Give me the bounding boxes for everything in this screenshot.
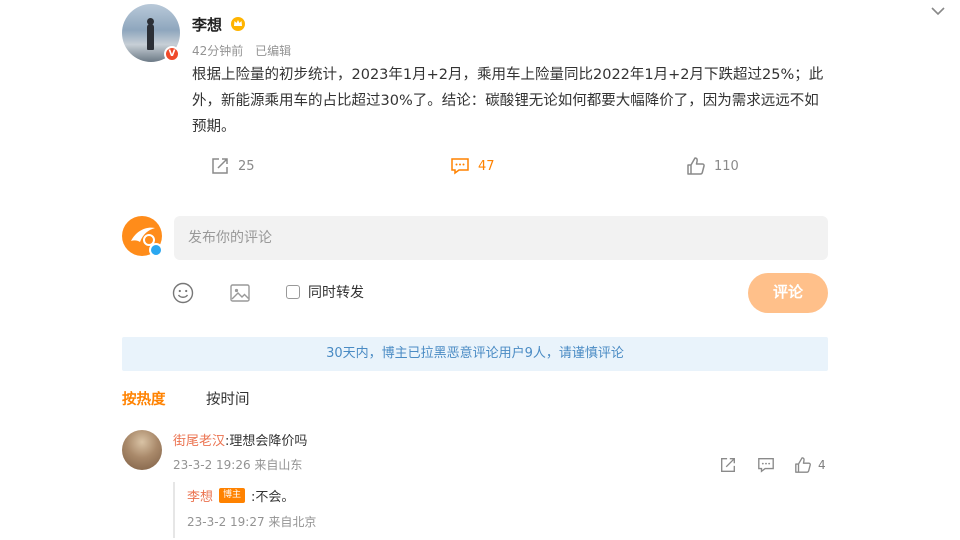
chevron-down-icon[interactable] xyxy=(930,6,946,16)
reply-author-name[interactable]: 李想 xyxy=(187,486,213,505)
comment-reply-icon[interactable] xyxy=(757,456,775,474)
submit-comment-button[interactable]: 评论 xyxy=(748,273,828,313)
image-icon[interactable] xyxy=(229,282,251,304)
comment-button[interactable]: 47 xyxy=(450,156,495,176)
comment-like-icon[interactable] xyxy=(794,456,812,474)
comment-repost-icon[interactable] xyxy=(719,456,737,474)
composer-tools: 同时转发 评论 xyxy=(172,273,828,313)
comment-reply: 李想 博主 :不会。 23-3-2 19:27 来自北京 xyxy=(173,482,828,538)
comment-like-count: 4 xyxy=(818,458,826,472)
blocked-users-notice: 30天内，博主已拉黑恶意评论用户9人，请谨慎评论 xyxy=(122,337,828,371)
edited-label[interactable]: 已编辑 xyxy=(255,44,291,58)
post-actions: 25 47 110 xyxy=(0,156,960,182)
emoji-icon[interactable] xyxy=(172,282,194,304)
author-name[interactable]: 李想 xyxy=(192,14,222,35)
comment-composer: 发布你的评论 xyxy=(122,214,828,262)
reply-meta: 23-3-2 19:27 来自北京 xyxy=(187,515,317,529)
post-meta: 42分钟前 已编辑 xyxy=(192,42,299,59)
post-header: V 李想 42分钟前 已编辑 xyxy=(122,4,945,62)
thumbs-up-icon xyxy=(687,157,705,175)
forward-checkbox[interactable]: 同时转发 xyxy=(286,282,364,302)
checkbox-square[interactable] xyxy=(286,285,300,299)
forward-label: 同时转发 xyxy=(308,285,364,301)
tab-sort-hot[interactable]: 按热度 xyxy=(122,388,166,409)
comment-input[interactable]: 发布你的评论 xyxy=(174,216,828,260)
comment-icon xyxy=(451,158,469,175)
post-time[interactable]: 42分钟前 xyxy=(192,44,243,58)
post-content: 根据上险量的初步统计，2023年1月+2月，乘用车上险量同比2022年1月+2月… xyxy=(192,67,824,135)
like-button[interactable]: 110 xyxy=(686,156,739,176)
author-badge: 博主 xyxy=(219,488,246,503)
reply-text: :不会。 xyxy=(251,490,295,505)
my-avatar[interactable] xyxy=(122,216,163,257)
repost-icon xyxy=(212,158,228,174)
tab-sort-time[interactable]: 按时间 xyxy=(206,388,250,409)
like-count: 110 xyxy=(714,158,739,174)
comment-actions xyxy=(0,456,960,474)
reply-line: 李想 博主 :不会。 xyxy=(187,486,294,505)
comment-count: 47 xyxy=(478,158,495,174)
verified-blue-icon xyxy=(149,243,163,257)
crown-icon xyxy=(231,17,245,31)
comment-text: 理想会降价吗 xyxy=(229,434,308,449)
avatar-figure-body xyxy=(147,24,154,50)
commenter-name[interactable]: 街尾老汉 xyxy=(173,434,225,449)
verified-v-icon: V xyxy=(164,46,180,62)
comment-line: 街尾老汉:理想会降价吗 xyxy=(173,430,307,449)
repost-count: 25 xyxy=(238,158,255,174)
repost-button[interactable]: 25 xyxy=(210,156,255,176)
